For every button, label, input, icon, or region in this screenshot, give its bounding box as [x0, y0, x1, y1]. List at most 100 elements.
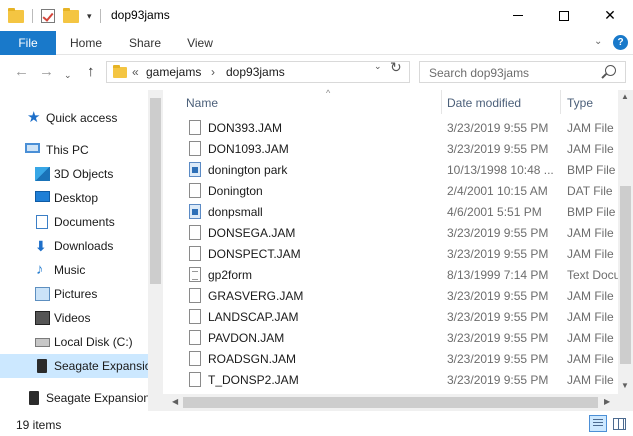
- file-name: DONSEGA.JAM: [208, 226, 296, 240]
- nav-item-label: Downloads: [54, 239, 114, 253]
- table-row[interactable]: Donington 2/4/2001 10:15 AM DAT File: [183, 180, 618, 201]
- file-list-vertical-scrollbar[interactable]: ▲ ▼: [618, 90, 633, 394]
- tab-view[interactable]: View: [174, 31, 226, 55]
- table-row[interactable]: LANDSCAP.JAM 3/23/2019 9:55 PM JAM File: [183, 306, 618, 327]
- maximize-icon: [559, 10, 569, 21]
- table-row[interactable]: donington park 10/13/1998 10:48 ... BMP Fi…: [183, 159, 618, 180]
- drive-icon: [29, 391, 39, 405]
- quick-access-toolbar: ▾: [8, 6, 109, 26]
- properties-icon[interactable]: [41, 9, 55, 23]
- file-date-modified: 3/23/2019 9:55 PM: [447, 247, 549, 261]
- help-icon[interactable]: ?: [613, 35, 628, 50]
- file-icon: [189, 246, 201, 261]
- file-date-modified: 3/23/2019 9:55 PM: [447, 121, 549, 135]
- title-bar: ▾ dop93jams ✕: [0, 0, 633, 31]
- up-button[interactable]: ↑: [87, 64, 95, 80]
- back-button[interactable]: ←: [14, 64, 29, 80]
- customize-dropdown-icon[interactable]: ▾: [87, 11, 92, 22]
- close-icon: ✕: [604, 7, 616, 23]
- file-name: DON393.JAM: [208, 121, 283, 135]
- refresh-icon[interactable]: ↻: [390, 59, 402, 76]
- divider: [32, 9, 33, 23]
- nav-item-downloads[interactable]: ⬇ Downloads: [0, 234, 148, 258]
- file-name: DON1093.JAM: [208, 142, 289, 156]
- nav-item-seagate-expansion-d[interactable]: Seagate Expansion D: [0, 386, 148, 410]
- scroll-left-icon[interactable]: ◀: [172, 397, 178, 406]
- nav-item-label: Videos: [54, 311, 91, 325]
- file-icon: [189, 120, 201, 135]
- file-date-modified: 4/6/2001 5:51 PM: [447, 205, 542, 219]
- tab-home[interactable]: Home: [56, 31, 116, 55]
- nav-item-label: Pictures: [54, 287, 98, 301]
- forward-button[interactable]: →: [39, 64, 54, 80]
- file-icon: [189, 309, 201, 324]
- nav-item-3d-objects[interactable]: 3D Objects: [0, 162, 148, 186]
- file-icon: [189, 330, 201, 345]
- nav-item-label: Local Disk (C:): [54, 335, 133, 349]
- table-row[interactable]: T_DONSP2.JAM 3/23/2019 9:55 PM JAM File: [183, 369, 618, 390]
- breadcrumb-overflow[interactable]: «: [132, 65, 139, 79]
- close-button[interactable]: ✕: [587, 0, 633, 31]
- scrollbar-thumb[interactable]: [620, 186, 631, 364]
- breadcrumb-dop93jams[interactable]: dop93jams: [226, 65, 285, 79]
- search-input[interactable]: Search dop93jams: [429, 66, 529, 80]
- nav-item-quick-access[interactable]: ★ Quick access: [0, 106, 148, 130]
- file-name: PAVDON.JAM: [208, 331, 285, 345]
- nav-item-desktop[interactable]: Desktop: [0, 186, 148, 210]
- drive-icon: [37, 359, 47, 373]
- nav-item-documents[interactable]: Documents: [0, 210, 148, 234]
- maximize-button[interactable]: [541, 0, 587, 31]
- file-list-horizontal-scrollbar[interactable]: ◀ ▶: [163, 394, 618, 411]
- search-box[interactable]: Search dop93jams: [419, 61, 626, 83]
- divider: [99, 9, 101, 23]
- image-file-icon: [189, 162, 201, 177]
- search-icon[interactable]: [605, 65, 616, 76]
- folder-icon[interactable]: [8, 7, 24, 23]
- nav-item-videos[interactable]: Videos: [0, 306, 148, 330]
- scroll-right-icon[interactable]: ▶: [604, 397, 610, 406]
- expand-ribbon-icon[interactable]: ⌄: [594, 36, 602, 47]
- column-header-label: Date modified: [447, 96, 522, 110]
- table-row[interactable]: donpsmall 4/6/2001 5:51 PM BMP File: [183, 201, 618, 222]
- recent-locations-icon[interactable]: ⌄: [64, 67, 72, 83]
- file-icon: [189, 351, 201, 366]
- nav-item-label: Seagate Expansion: [54, 359, 148, 373]
- table-row[interactable]: GRASVERG.JAM 3/23/2019 9:55 PM JAM File: [183, 285, 618, 306]
- tab-share[interactable]: Share: [116, 31, 174, 55]
- table-row[interactable]: DONSPECT.JAM 3/23/2019 9:55 PM JAM File: [183, 243, 618, 264]
- table-row[interactable]: gp2form 8/13/1999 7:14 PM Text Docu: [183, 264, 620, 285]
- nav-item-this-pc[interactable]: This PC: [0, 138, 148, 162]
- file-icon: [189, 288, 201, 303]
- nav-item-seagate-expansion[interactable]: Seagate Expansion: [0, 354, 148, 378]
- nav-item-label: Music: [54, 263, 86, 277]
- address-dropdown-icon[interactable]: ⌄: [374, 61, 382, 72]
- table-row[interactable]: DONSEGA.JAM 3/23/2019 9:55 PM JAM File: [183, 222, 618, 243]
- nav-pane-scrollbar[interactable]: [148, 90, 163, 411]
- nav-item-music[interactable]: ♪ Music: [0, 258, 148, 282]
- scroll-down-icon[interactable]: ▼: [621, 381, 629, 390]
- table-row[interactable]: PAVDON.JAM 3/23/2019 9:55 PM JAM File: [183, 327, 618, 348]
- nav-item-pictures[interactable]: Pictures: [0, 282, 148, 306]
- scrollbar-thumb[interactable]: [183, 397, 598, 408]
- details-view-icon[interactable]: [589, 415, 607, 432]
- breadcrumb-separator[interactable]: ›: [211, 65, 215, 79]
- minimize-button[interactable]: [495, 0, 541, 31]
- large-icons-view-icon[interactable]: [610, 415, 628, 432]
- new-folder-icon[interactable]: [63, 7, 79, 23]
- address-bar[interactable]: « gamejams › dop93jams: [106, 61, 410, 83]
- nav-item-label: Desktop: [54, 191, 99, 205]
- breadcrumb-gamejams[interactable]: gamejams: [146, 65, 201, 79]
- file-name: donington park: [208, 163, 288, 177]
- file-list: Name ^ Date modified Type DON393.JAM 3/23…: [163, 88, 633, 411]
- file-date-modified: 3/23/2019 9:55 PM: [447, 289, 549, 303]
- file-name: T_DONSP2.JAM: [208, 373, 299, 387]
- tab-file[interactable]: File: [0, 31, 56, 55]
- scrollbar-thumb[interactable]: [150, 98, 161, 284]
- table-row[interactable]: DON393.JAM 3/23/2019 9:55 PM JAM File: [183, 117, 618, 138]
- nav-item-local-disk[interactable]: Local Disk (C:): [0, 330, 148, 354]
- table-row[interactable]: ROADSGN.JAM 3/23/2019 9:55 PM JAM File: [183, 348, 618, 369]
- music-icon: ♪: [36, 261, 44, 278]
- file-date-modified: 10/13/1998 10:48 ...: [447, 163, 554, 177]
- table-row[interactable]: DON1093.JAM 3/23/2019 9:55 PM JAM File: [183, 138, 618, 159]
- scroll-up-icon[interactable]: ▲: [621, 92, 629, 101]
